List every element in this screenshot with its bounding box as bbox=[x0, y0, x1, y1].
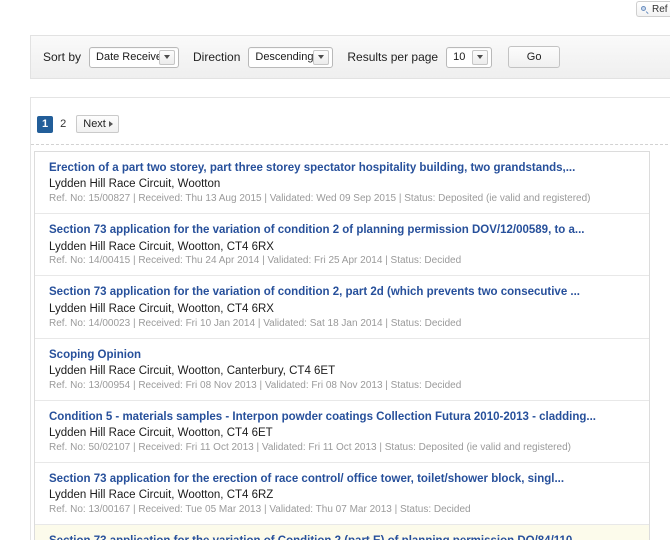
result-address: Lydden Hill Race Circuit, Wootton, Cante… bbox=[49, 364, 336, 377]
result-title-link[interactable]: Erection of a part two storey, part thre… bbox=[49, 161, 637, 175]
result-address: Lydden Hill Race Circuit, Wootton, CT4 6… bbox=[49, 489, 274, 502]
results-list: Erection of a part two storey, part thre… bbox=[34, 151, 650, 540]
top-strip: Ref bbox=[0, 0, 670, 24]
refine-search-button[interactable]: Ref bbox=[636, 1, 670, 17]
result-title-link[interactable]: Section 73 application for the variation… bbox=[49, 534, 637, 540]
result-title-link[interactable]: Condition 5 - materials samples - Interp… bbox=[49, 410, 637, 424]
result-title-link[interactable]: Section 73 application for the erection … bbox=[49, 472, 637, 486]
result-title-link[interactable]: Section 73 application for the variation… bbox=[49, 223, 637, 237]
result-address: Lydden Hill Race Circuit, Wootton, CT4 6… bbox=[49, 240, 274, 253]
result-meta: Ref. No: 13/00167 | Received: Tue 05 Mar… bbox=[49, 504, 471, 516]
result-item[interactable]: Section 73 application for the variation… bbox=[35, 214, 649, 277]
direction-value: Descending bbox=[255, 51, 314, 63]
sort-by-label: Sort by bbox=[43, 50, 82, 64]
results-per-page-label: Results per page bbox=[347, 50, 439, 64]
result-item[interactable]: Section 73 application for the variation… bbox=[35, 276, 649, 339]
chevron-down-icon bbox=[313, 49, 330, 65]
result-item[interactable]: Condition 5 - materials samples - Interp… bbox=[35, 400, 649, 463]
result-item[interactable]: Section 73 application for the erection … bbox=[35, 462, 649, 526]
sort-controls-bar: Sort by Date Received Direction Descendi… bbox=[30, 35, 670, 79]
result-address: Lydden Hill Race Circuit, Wootton, CT4 6… bbox=[49, 427, 273, 440]
sort-by-value: Date Received bbox=[96, 51, 169, 63]
result-title-link[interactable]: Scoping Opinion bbox=[49, 348, 637, 362]
result-item[interactable]: Section 73 application for the variation… bbox=[35, 525, 649, 540]
direction-select[interactable]: Descending bbox=[248, 46, 334, 68]
results-per-page-select[interactable]: 10 bbox=[446, 46, 493, 68]
pagination-next-button[interactable]: Next bbox=[76, 115, 119, 133]
chevron-right-icon bbox=[108, 121, 113, 127]
result-meta: Ref. No: 13/00954 | Received: Fri 08 Nov… bbox=[49, 379, 462, 391]
result-title-link[interactable]: Section 73 application for the variation… bbox=[49, 285, 637, 299]
sort-by-select[interactable]: Date Received bbox=[89, 46, 180, 68]
pagination: 1 2 Next bbox=[31, 98, 670, 134]
result-meta: Ref. No: 50/02107 | Received: Fri 11 Oct… bbox=[49, 441, 571, 453]
chevron-down-icon bbox=[472, 49, 489, 65]
pagination-divider bbox=[31, 144, 668, 145]
result-address: Lydden Hill Race Circuit, Wootton, CT4 6… bbox=[49, 302, 274, 315]
result-item[interactable]: Scoping Opinion Lydden Hill Race Circuit,… bbox=[35, 338, 649, 401]
go-button[interactable]: Go bbox=[508, 46, 561, 68]
go-button-label: Go bbox=[526, 51, 542, 63]
result-address: Lydden Hill Race Circuit, Wootton bbox=[49, 178, 221, 191]
refine-search-label: Ref bbox=[652, 4, 668, 15]
result-meta: Ref. No: 14/00415 | Received: Thu 24 Apr… bbox=[49, 255, 462, 267]
result-meta: Ref. No: 14/00023 | Received: Fri 10 Jan… bbox=[49, 317, 462, 329]
pagination-next-label: Next bbox=[83, 118, 106, 130]
pagination-page-1[interactable]: 1 bbox=[37, 115, 54, 133]
results-panel: 1 2 Next Erection of a part two storey, … bbox=[30, 97, 670, 540]
pagination-page-2[interactable]: 2 bbox=[57, 115, 69, 133]
result-meta: Ref. No: 15/00827 | Received: Thu 13 Aug… bbox=[49, 193, 591, 205]
result-item[interactable]: Erection of a part two storey, part thre… bbox=[35, 152, 649, 215]
search-icon bbox=[641, 5, 649, 14]
results-per-page-value: 10 bbox=[453, 51, 466, 63]
direction-label: Direction bbox=[193, 50, 241, 64]
chevron-down-icon bbox=[159, 49, 176, 65]
